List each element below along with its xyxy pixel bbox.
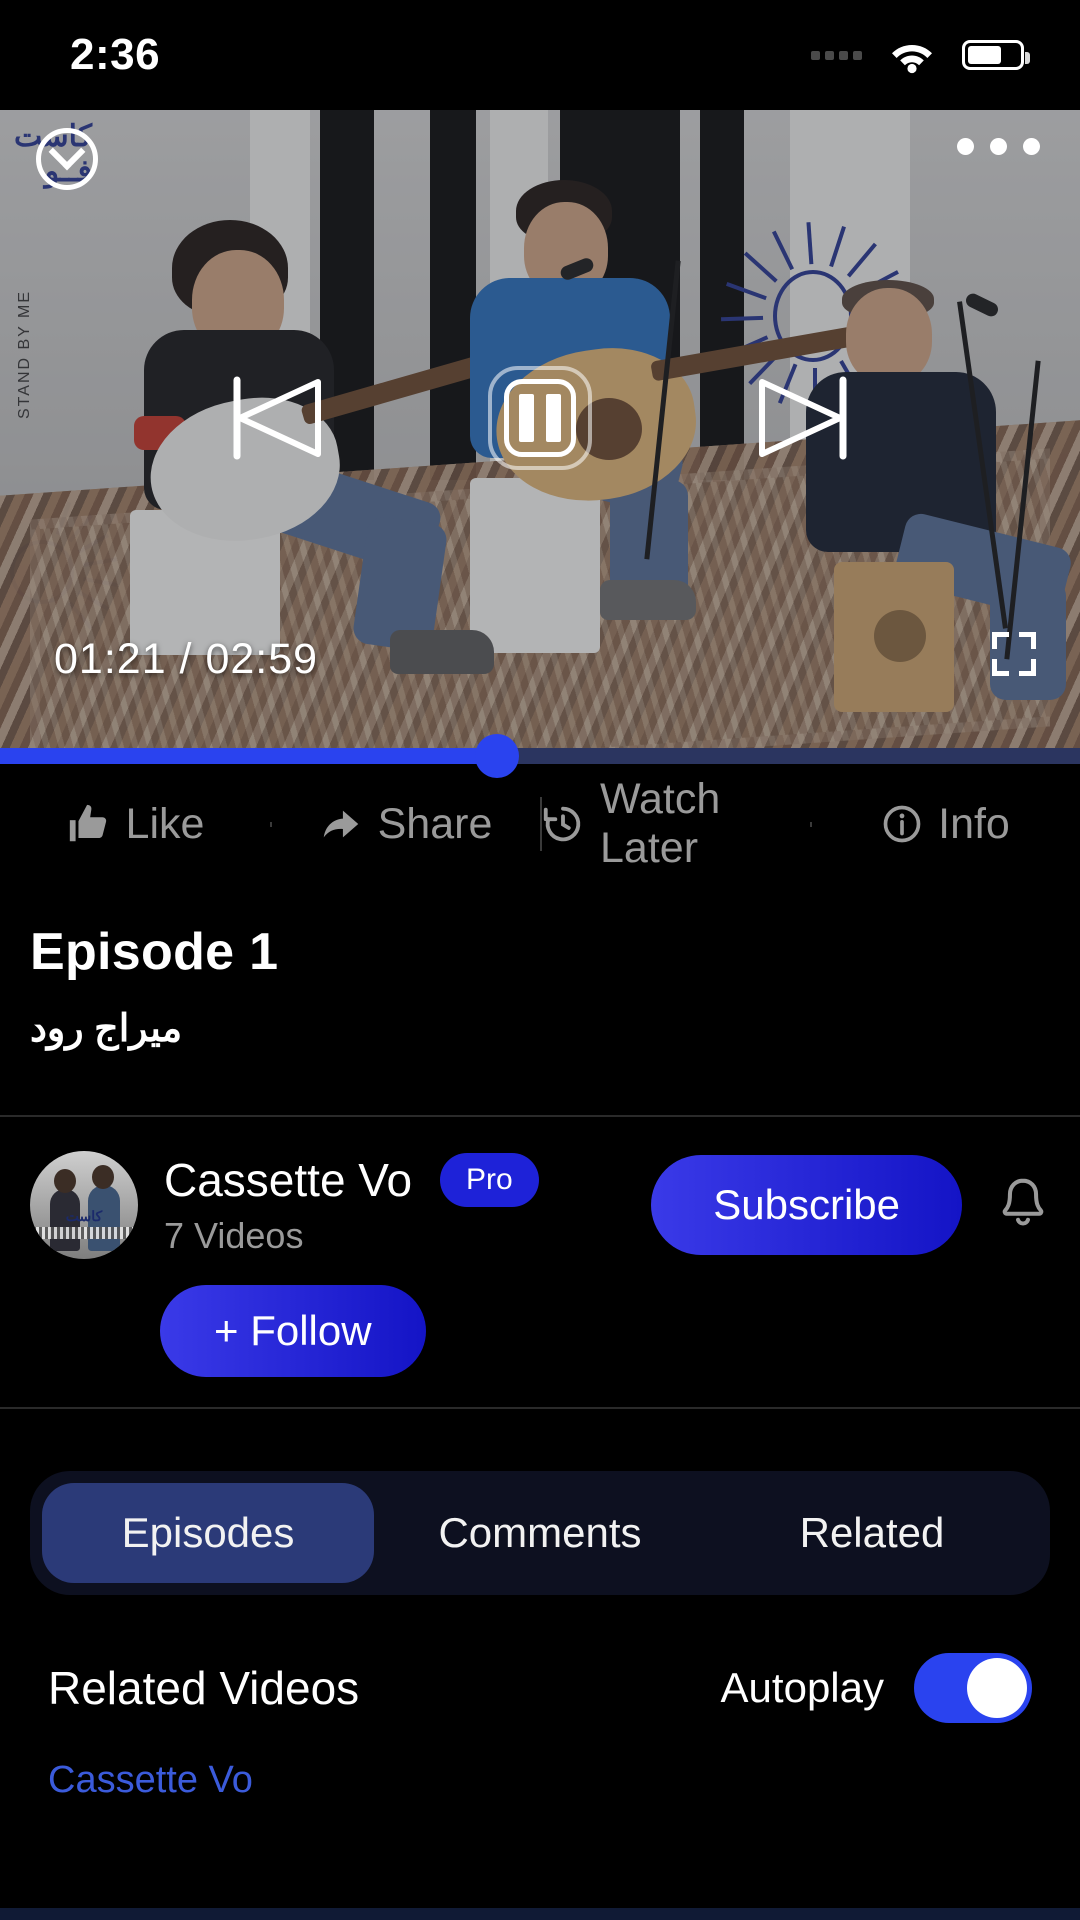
more-options-button[interactable] [957, 138, 1040, 155]
tab-episodes[interactable]: Episodes [42, 1483, 374, 1583]
fullscreen-button[interactable] [992, 632, 1036, 676]
share-label: Share [377, 799, 493, 848]
related-videos-title: Related Videos [48, 1662, 360, 1714]
skip-next-icon [754, 376, 854, 460]
autoplay-label: Autoplay [720, 1664, 884, 1711]
tab-bar: Episodes Comments Related [30, 1471, 1050, 1595]
status-badge: Pro [440, 1153, 539, 1207]
notification-bell-icon [1002, 1178, 1044, 1226]
battery-icon [962, 40, 1030, 70]
avatar-caption: کاست [65, 1208, 103, 1224]
subscribe-button[interactable]: Subscribe [651, 1155, 962, 1255]
clock-history-icon [543, 806, 581, 842]
channel-section: کاست Cassette Vo Pro 7 Videos Subscribe … [0, 1117, 1080, 1407]
channel-meta: Cassette Vo Pro 7 Videos [164, 1153, 539, 1257]
info-circle-icon [883, 805, 921, 843]
related-channel-link[interactable]: Cassette Vo [0, 1723, 1080, 1802]
status-bar: 2:36 [0, 0, 1080, 110]
like-label: Like [125, 799, 205, 848]
video-info: Episode 1 میراج رود [0, 884, 1080, 1115]
more-options-icon [957, 138, 974, 155]
status-indicators [811, 36, 1030, 74]
follow-button[interactable]: + Follow [160, 1285, 426, 1377]
pause-button[interactable] [481, 366, 599, 470]
tab-related[interactable]: Related [706, 1483, 1038, 1583]
progress-thumb[interactable] [474, 734, 519, 778]
skip-previous-icon [226, 376, 326, 460]
like-button[interactable]: Like [0, 800, 270, 849]
fullscreen-icon [992, 632, 1009, 649]
share-button[interactable]: Share [270, 800, 540, 849]
collapse-player-button[interactable] [36, 128, 98, 190]
next-button[interactable] [745, 366, 863, 470]
channel-name[interactable]: Cassette Vo [164, 1153, 412, 1207]
tab-comments[interactable]: Comments [374, 1483, 706, 1583]
related-videos-header: Related Videos Autoplay [0, 1595, 1080, 1723]
progress-bar[interactable] [0, 734, 1080, 778]
bottom-bar [0, 1908, 1080, 1920]
video-player[interactable]: کاست فــو STAND BY ME 01:21 / 02:59 [0, 110, 1080, 748]
action-bar: Like Share Watch Later Info [0, 764, 1080, 884]
channel-video-count: 7 Videos [164, 1215, 304, 1256]
info-button[interactable]: Info [810, 800, 1080, 849]
status-time: 2:36 [70, 30, 161, 79]
wifi-icon [892, 45, 932, 74]
signal-dots-icon [811, 50, 862, 60]
info-label: Info [938, 799, 1010, 848]
playback-controls [0, 358, 1080, 478]
playback-time: 01:21 / 02:59 [54, 635, 319, 683]
tabs-section: Episodes Comments Related [0, 1409, 1080, 1595]
watch-later-label: Watch Later [600, 775, 721, 872]
progress-fill [0, 748, 497, 764]
chevron-down-icon [48, 133, 86, 171]
page-title: Episode 1 [30, 923, 279, 981]
thumbs-up-icon [69, 804, 106, 842]
pause-icon [488, 366, 592, 470]
previous-button[interactable] [217, 366, 335, 470]
watch-later-button[interactable]: Watch Later [540, 775, 810, 873]
video-subtitle: میراج رود [30, 1008, 183, 1050]
autoplay-toggle[interactable] [914, 1653, 1032, 1723]
avatar[interactable]: کاست [30, 1151, 138, 1259]
share-arrow-icon [323, 810, 358, 838]
notification-bell-button[interactable] [996, 1174, 1050, 1236]
